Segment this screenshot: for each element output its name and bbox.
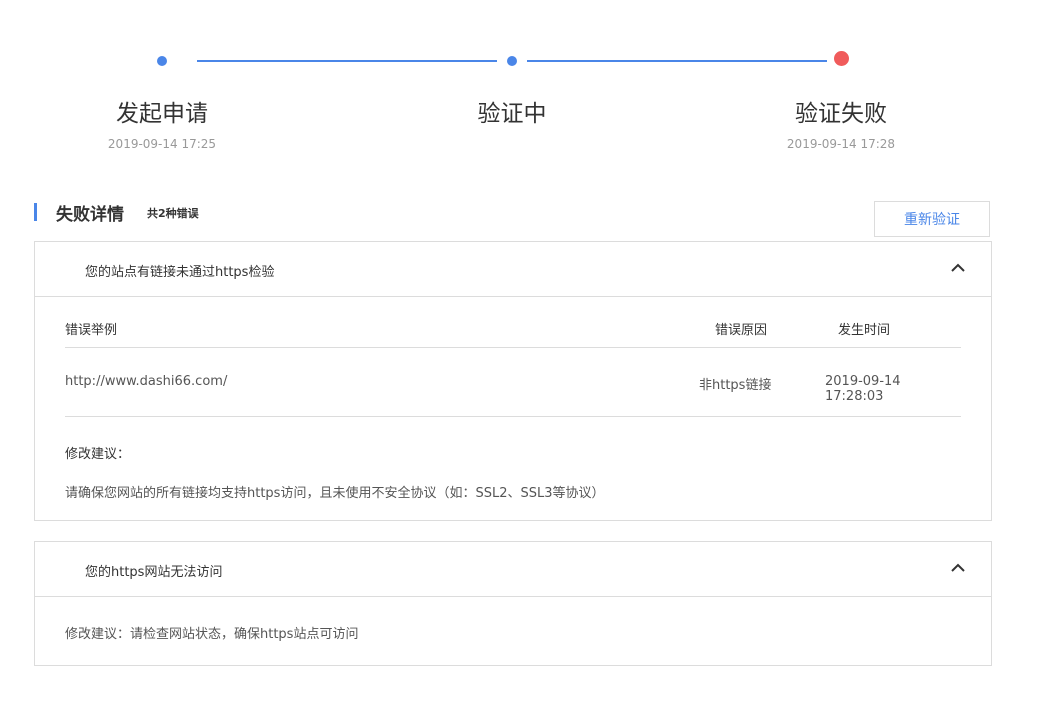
step-2-dot (507, 56, 517, 66)
step-3-time: 2019-09-14 17:28 (786, 137, 896, 151)
divider (65, 416, 961, 417)
step-1-dot (157, 56, 167, 66)
step-1-title: 发起申请 (116, 101, 208, 127)
advice-text: 修改建议：请检查网站状态，确保https站点可访问 (65, 627, 359, 642)
error-panel-title: 您的站点有链接未通过https检验 (85, 265, 275, 280)
column-header-example: 错误举例 (65, 323, 118, 338)
step-1-time: 2019-09-14 17:25 (107, 137, 217, 151)
revalidate-button[interactable]: 重新验证 (874, 201, 990, 237)
section-title: 失败详情 (56, 205, 124, 225)
error-example-url: http://www.dashi66.com/ (65, 374, 228, 389)
step-connector-2 (527, 60, 827, 62)
error-time: 2019-09-14 17:28:03 (825, 374, 901, 404)
chevron-up-icon[interactable] (951, 563, 965, 573)
error-table-header: 错误举例 错误原因 发生时间 (65, 319, 961, 349)
progress-stepper: 发起申请 2019-09-14 17:25 验证中 验证失败 2019-09-1… (0, 0, 1050, 170)
error-panel-https-links: 您的站点有链接未通过https检验 错误举例 错误原因 发生时间 http://… (34, 241, 992, 521)
advice-label: 修改建议： (65, 447, 131, 462)
column-header-time: 发生时间 (838, 323, 891, 338)
column-header-reason: 错误原因 (715, 323, 768, 338)
step-2-title: 验证中 (477, 101, 547, 127)
advice-text: 请确保您网站的所有链接均支持https访问，且未使用不安全协议（如：SSL2、S… (65, 486, 605, 501)
error-panel-header[interactable]: 您的https网站无法访问 (35, 542, 991, 597)
divider (65, 347, 961, 348)
chevron-up-icon[interactable] (951, 263, 965, 273)
section-accent-bar (34, 203, 37, 221)
step-3-dot (834, 51, 849, 66)
step-3-title: 验证失败 (795, 101, 887, 127)
error-panel-header[interactable]: 您的站点有链接未通过https检验 (35, 242, 991, 297)
error-count: 共2种错误 (147, 207, 199, 220)
error-panel-title: 您的https网站无法访问 (85, 565, 223, 580)
error-reason: 非https链接 (699, 378, 772, 393)
step-connector-1 (197, 60, 497, 62)
error-panel-https-access: 您的https网站无法访问 修改建议：请检查网站状态，确保https站点可访问 (34, 541, 992, 666)
